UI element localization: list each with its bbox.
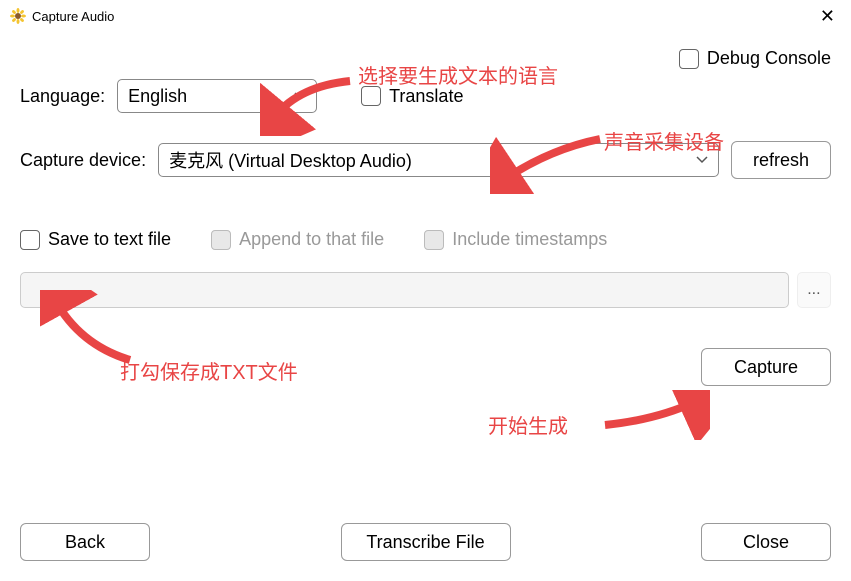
language-label: Language: xyxy=(20,86,105,107)
translate-label: Translate xyxy=(389,86,463,107)
close-label: Close xyxy=(743,532,789,553)
refresh-button[interactable]: refresh xyxy=(731,141,831,179)
refresh-label: refresh xyxy=(753,150,809,171)
transcribe-file-button[interactable]: Transcribe File xyxy=(341,523,511,561)
close-icon[interactable]: ✕ xyxy=(814,6,841,27)
capture-device-combo[interactable]: 麦克风 (Virtual Desktop Audio) xyxy=(158,143,719,177)
debug-console-checkbox[interactable]: Debug Console xyxy=(679,48,831,69)
app-icon xyxy=(10,8,26,24)
browse-button[interactable]: ... xyxy=(797,272,831,308)
back-button[interactable]: Back xyxy=(20,523,150,561)
capture-device-label: Capture device: xyxy=(20,150,146,171)
translate-checkbox[interactable]: Translate xyxy=(361,86,463,107)
append-to-file-checkbox: Append to that file xyxy=(211,229,384,250)
checkbox-icon xyxy=(424,230,444,250)
checkbox-icon xyxy=(361,86,381,106)
back-label: Back xyxy=(65,532,105,553)
capture-label: Capture xyxy=(734,357,798,378)
chevron-down-icon xyxy=(294,89,306,103)
include-timestamps-label: Include timestamps xyxy=(452,229,607,250)
language-combo[interactable]: English xyxy=(117,79,317,113)
content-area: Debug Console Language: English Translat… xyxy=(0,32,851,424)
checkbox-icon xyxy=(679,49,699,69)
capture-button[interactable]: Capture xyxy=(701,348,831,386)
include-timestamps-checkbox: Include timestamps xyxy=(424,229,607,250)
checkbox-icon xyxy=(20,230,40,250)
bottom-button-bar: Back Transcribe File Close xyxy=(20,523,831,561)
save-to-file-checkbox[interactable]: Save to text file xyxy=(20,229,171,250)
debug-console-label: Debug Console xyxy=(707,48,831,69)
browse-label: ... xyxy=(807,281,820,299)
close-button[interactable]: Close xyxy=(701,523,831,561)
language-selected: English xyxy=(128,86,187,107)
titlebar: Capture Audio ✕ xyxy=(0,0,851,32)
checkbox-icon xyxy=(211,230,231,250)
window-title: Capture Audio xyxy=(32,9,114,24)
append-to-file-label: Append to that file xyxy=(239,229,384,250)
chevron-down-icon xyxy=(696,153,708,167)
titlebar-left: Capture Audio xyxy=(10,8,114,24)
file-path-input[interactable] xyxy=(20,272,789,308)
transcribe-file-label: Transcribe File xyxy=(366,532,484,553)
save-to-file-label: Save to text file xyxy=(48,229,171,250)
capture-device-selected: 麦克风 (Virtual Desktop Audio) xyxy=(169,147,412,173)
